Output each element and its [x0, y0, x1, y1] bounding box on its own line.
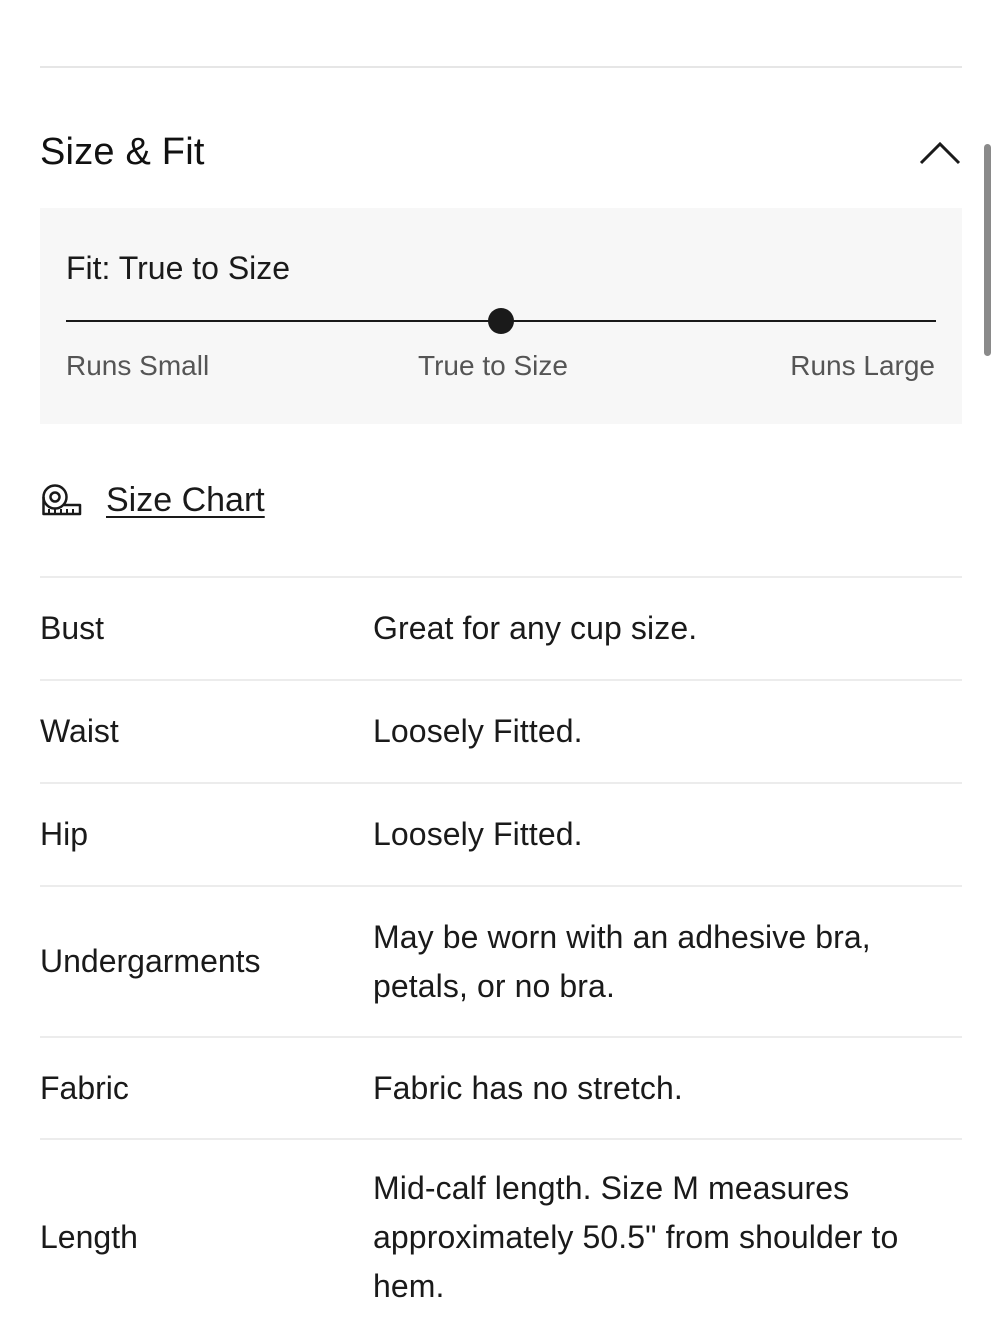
detail-label: Waist — [40, 713, 119, 749]
detail-row-hip: Hip Loosely Fitted. — [40, 782, 962, 885]
detail-value: Loosely Fitted. — [373, 713, 583, 749]
fit-panel: Fit: True to Size Runs Small True to Siz… — [40, 208, 962, 424]
fit-scale-true-to-size: True to Size — [418, 350, 568, 381]
detail-value: Mid-calf length. Size M measures approxi… — [373, 1169, 899, 1304]
scrollbar[interactable] — [984, 144, 991, 356]
detail-value: Great for any cup size. — [373, 610, 698, 646]
detail-row-fabric: Fabric Fabric has no stretch. — [40, 1036, 962, 1138]
detail-label: Hip — [40, 816, 89, 852]
detail-label: Fabric — [40, 1069, 129, 1106]
detail-value: Fabric has no stretch. — [373, 1069, 683, 1106]
detail-value: May be worn with an adhesive bra, petals… — [373, 918, 871, 1004]
top-divider — [40, 66, 962, 68]
detail-row-undergarments: Undergarments May be worn with an adhesi… — [40, 885, 962, 1036]
detail-row-bust: Bust Great for any cup size. — [40, 576, 962, 679]
section-title: Size & Fit — [40, 130, 205, 173]
chevron-up-icon[interactable] — [918, 130, 962, 174]
measuring-tape-icon — [40, 483, 82, 517]
detail-row-length: Length Mid-calf length. Size M measures … — [40, 1138, 962, 1334]
fit-scale-runs-small: Runs Small — [66, 350, 210, 381]
detail-label: Length — [40, 1218, 138, 1255]
size-fit-accordion-header[interactable]: Size & Fit — [40, 122, 962, 182]
detail-value: Loosely Fitted. — [373, 816, 583, 852]
fit-scale-runs-large: Runs Large — [790, 350, 935, 381]
detail-row-waist: Waist Loosely Fitted. — [40, 679, 962, 782]
detail-label: Undergarments — [40, 943, 261, 979]
fit-slider-thumb — [488, 308, 514, 334]
fit-label: Fit: True to Size — [66, 250, 291, 286]
fit-details-table: Bust Great for any cup size. Waist Loose… — [40, 576, 962, 1334]
size-chart-link[interactable]: Size Chart — [40, 478, 265, 522]
detail-label: Bust — [40, 610, 105, 646]
size-chart-label[interactable]: Size Chart — [106, 481, 265, 520]
